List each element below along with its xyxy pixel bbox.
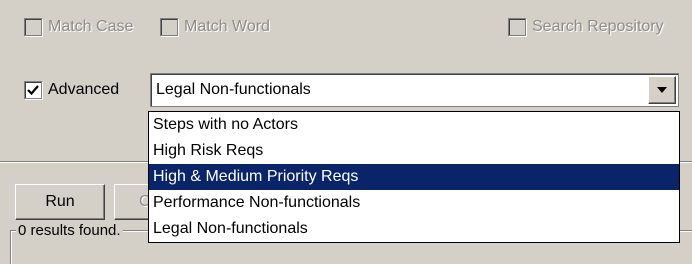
advanced-checkbox[interactable] xyxy=(24,81,42,99)
match-case-label: Match Case xyxy=(48,18,134,35)
dropdown-option-performance[interactable]: Performance Non-functionals xyxy=(149,190,679,216)
match-case-checkbox[interactable] xyxy=(24,18,42,36)
dropdown-option-legal[interactable]: Legal Non-functionals xyxy=(149,216,679,242)
results-summary: 0 results found. xyxy=(16,222,123,239)
chevron-down-icon xyxy=(657,87,667,93)
search-repository-checkbox[interactable] xyxy=(508,18,526,36)
advanced-option[interactable]: Advanced xyxy=(24,81,119,99)
query-dropdown-list[interactable]: Steps with no Actors High Risk Reqs High… xyxy=(148,111,680,243)
checkmark-icon xyxy=(27,85,39,96)
dropdown-button[interactable] xyxy=(648,76,676,104)
match-word-checkbox[interactable] xyxy=(160,18,178,36)
dropdown-option-steps-no-actors[interactable]: Steps with no Actors xyxy=(149,112,679,138)
advanced-label: Advanced xyxy=(48,81,120,98)
query-select-value: Legal Non-functionals xyxy=(156,81,311,98)
match-word-label: Match Word xyxy=(184,18,270,35)
run-button[interactable]: Run xyxy=(15,184,105,220)
dropdown-option-high-medium-priority[interactable]: High & Medium Priority Reqs xyxy=(149,164,679,190)
search-repository-option[interactable]: Search Repository xyxy=(508,18,664,36)
dropdown-option-high-risk[interactable]: High Risk Reqs xyxy=(149,138,679,164)
match-case-option[interactable]: Match Case xyxy=(24,18,133,36)
run-button-label: Run xyxy=(45,193,75,210)
search-repository-label: Search Repository xyxy=(532,18,664,35)
match-word-option[interactable]: Match Word xyxy=(160,18,270,36)
query-select[interactable]: Legal Non-functionals xyxy=(150,73,679,107)
